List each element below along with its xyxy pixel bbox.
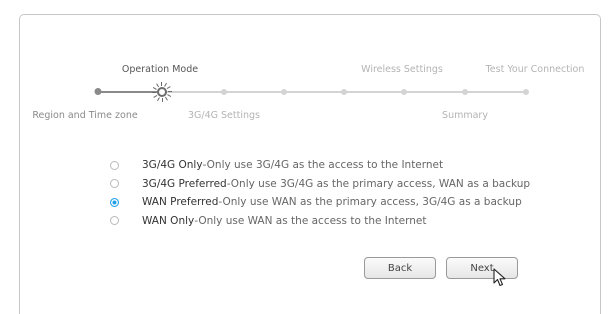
back-button[interactable]: Back xyxy=(364,257,436,279)
sunburst-ray xyxy=(168,91,172,92)
step-node-region-time-zone xyxy=(94,88,102,95)
step-node-wireless-settings xyxy=(401,89,407,95)
step-node-summary xyxy=(462,89,468,95)
step-node-5 xyxy=(341,89,347,95)
option-description: -Only use 3G/4G as the primary access, W… xyxy=(226,177,531,190)
option-description: -Only use WAN as the access to the Inter… xyxy=(194,214,427,227)
step-label-wireless-settings: Wireless Settings xyxy=(361,64,443,75)
option-wan-only[interactable]: WAN Only -Only use WAN as the access to t… xyxy=(110,212,530,231)
operation-mode-options: 3G/4G Only -Only use 3G/4G as the access … xyxy=(110,156,530,230)
step-label-3g4g-settings: 3G/4G Settings xyxy=(188,110,260,121)
step-node-4 xyxy=(281,89,287,95)
option-title: WAN Only xyxy=(142,214,195,227)
option-description: -Only use WAN as the primary access, 3G/… xyxy=(218,196,522,209)
option-3g4g-only[interactable]: 3G/4G Only -Only use 3G/4G as the access … xyxy=(110,156,530,175)
option-description: -Only use 3G/4G as the access to the Int… xyxy=(202,159,444,172)
step-label-operation-mode: Operation Mode xyxy=(121,64,199,75)
sunburst-ray xyxy=(152,92,156,93)
radio-3g4g-preferred[interactable] xyxy=(110,179,119,189)
step-node-test-connection xyxy=(523,89,529,95)
step-label-test-connection: Test Your Connection xyxy=(485,64,585,75)
radio-3g4g-only[interactable] xyxy=(110,160,119,170)
option-3g4g-preferred[interactable]: 3G/4G Preferred -Only use 3G/4G as the pr… xyxy=(110,175,530,194)
option-wan-preferred[interactable]: WAN Preferred -Only use WAN as the primar… xyxy=(110,193,530,212)
option-title: WAN Preferred xyxy=(142,196,219,209)
radio-wan-preferred[interactable] xyxy=(110,197,119,207)
option-title: 3G/4G Only xyxy=(142,159,203,172)
option-title: 3G/4G Preferred xyxy=(142,177,227,190)
sunburst-ray xyxy=(161,82,162,86)
sunburst-ray xyxy=(162,98,163,102)
step-label-summary: Summary xyxy=(442,110,488,121)
step-label-region-time-zone: Region and Time zone xyxy=(32,110,138,121)
step-node-operation-mode xyxy=(157,87,167,97)
arrow-cursor-icon xyxy=(493,268,506,287)
radio-wan-only[interactable] xyxy=(110,216,119,226)
step-node-3g4g-settings xyxy=(221,89,227,95)
next-button[interactable]: Next xyxy=(446,257,518,279)
